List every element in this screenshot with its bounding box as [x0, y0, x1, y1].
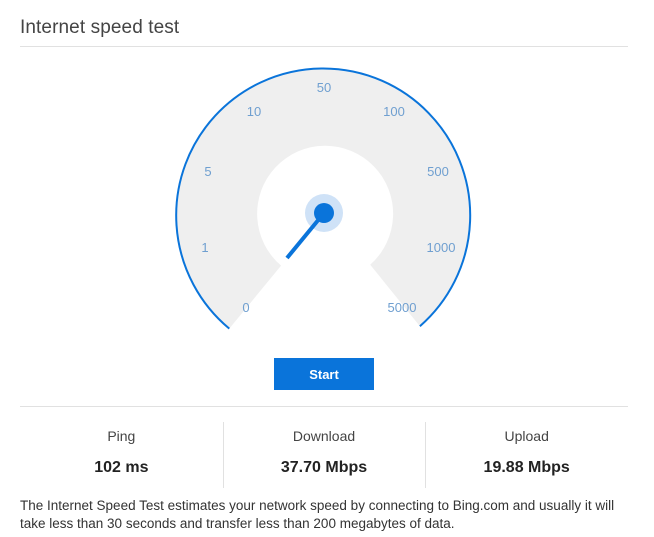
description-text: The Internet Speed Test estimates your n… — [20, 498, 615, 531]
download-value: 37.70 Mbps — [280, 459, 368, 476]
scale-label-500: 500 — [427, 164, 449, 179]
upload-stat: Upload 19.88 Mbps — [425, 420, 628, 488]
scale-label-50: 50 — [317, 80, 331, 95]
needle-hub — [314, 203, 334, 223]
results-panel: Ping 102 ms Download 37.70 Mbps Upload 1… — [20, 420, 628, 488]
scale-label-0: 0 — [242, 300, 249, 315]
scale-label-5000: 5000 — [388, 300, 417, 315]
upload-label: Upload — [504, 428, 549, 444]
ping-value: 102 ms — [94, 459, 149, 476]
scale-label-10: 10 — [247, 104, 261, 119]
ping-label: Ping — [107, 428, 136, 444]
scale-label-1: 1 — [201, 240, 208, 255]
start-button[interactable]: Start — [274, 358, 374, 390]
results-divider — [20, 406, 628, 407]
scale-label-5: 5 — [204, 164, 211, 179]
upload-value: 19.88 Mbps — [483, 459, 570, 476]
speed-gauge: 0 1 5 10 50 100 500 1000 5000 — [175, 67, 472, 330]
download-stat: Download 37.70 Mbps — [222, 420, 426, 488]
scale-label-100: 100 — [383, 104, 405, 119]
ping-stat: Ping 102 ms — [20, 420, 223, 488]
scale-label-1000: 1000 — [427, 240, 456, 255]
download-label: Download — [292, 428, 356, 444]
